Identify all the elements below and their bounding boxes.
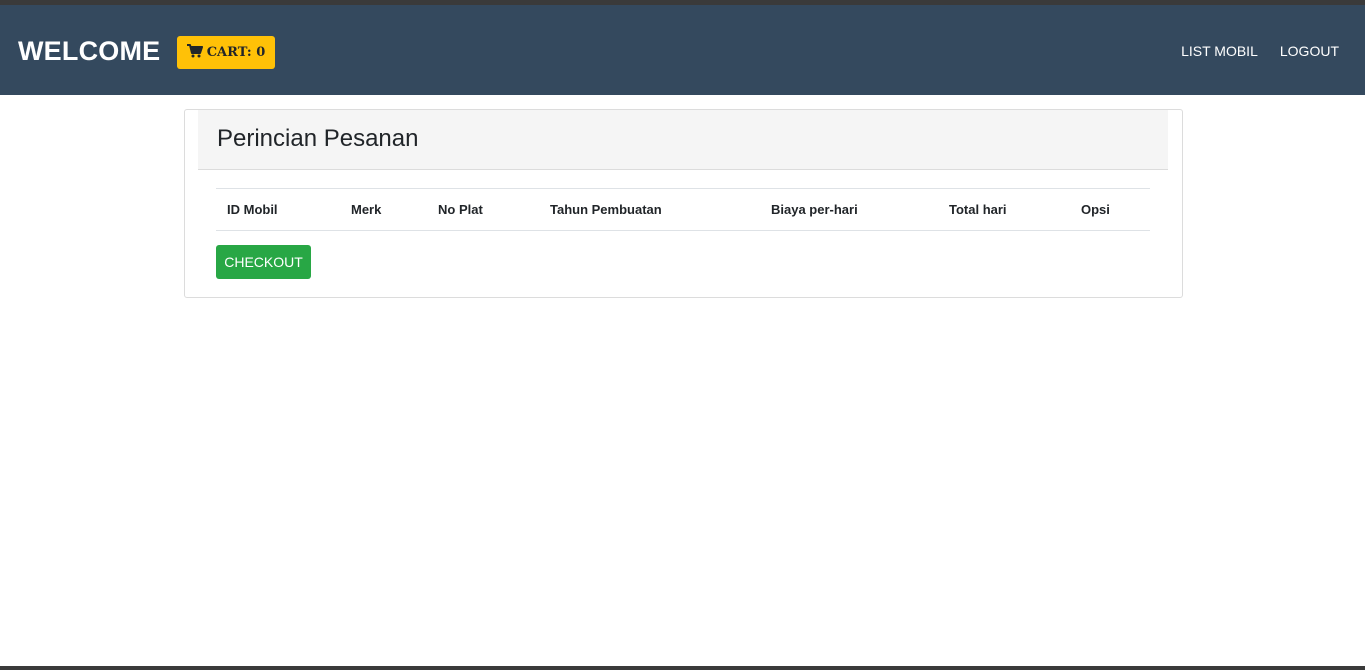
shopping-cart-icon <box>186 43 207 62</box>
nav-links: LIST MOBIL LOGOUT <box>1181 42 1339 60</box>
column-header-total-hari: Total hari <box>938 188 1070 231</box>
cart-label: CART: 0 <box>206 45 266 60</box>
column-header-id-mobil: ID Mobil <box>216 188 340 231</box>
column-header-biaya-per-hari: Biaya per-hari <box>760 188 938 231</box>
cart-button[interactable]: CART: 0 <box>177 36 275 69</box>
page-title: Perincian Pesanan <box>217 125 419 152</box>
table-header-row: ID Mobil Merk No Plat Tahun Pembuatan Bi… <box>216 188 1150 231</box>
nav-link-logout[interactable]: LOGOUT <box>1280 42 1339 60</box>
order-details-card: Perincian Pesanan ID Mobil Merk No Plat … <box>184 109 1183 298</box>
column-header-merk: Merk <box>340 188 427 231</box>
navbar: WELCOME CART: 0 LIST MOBIL LOGOUT <box>0 5 1365 95</box>
column-header-tahun-pembuatan: Tahun Pembuatan <box>539 188 760 231</box>
column-header-opsi: Opsi <box>1070 188 1150 231</box>
checkout-button[interactable]: CHECKOUT <box>216 245 311 279</box>
card-header: Perincian Pesanan <box>198 110 1168 170</box>
orders-table: ID Mobil Merk No Plat Tahun Pembuatan Bi… <box>216 188 1150 231</box>
brand-title: WELCOME <box>18 36 161 66</box>
nav-link-list-mobil[interactable]: LIST MOBIL <box>1181 42 1258 60</box>
column-header-no-plat: No Plat <box>427 188 539 231</box>
window-bottom-border <box>0 666 1365 670</box>
